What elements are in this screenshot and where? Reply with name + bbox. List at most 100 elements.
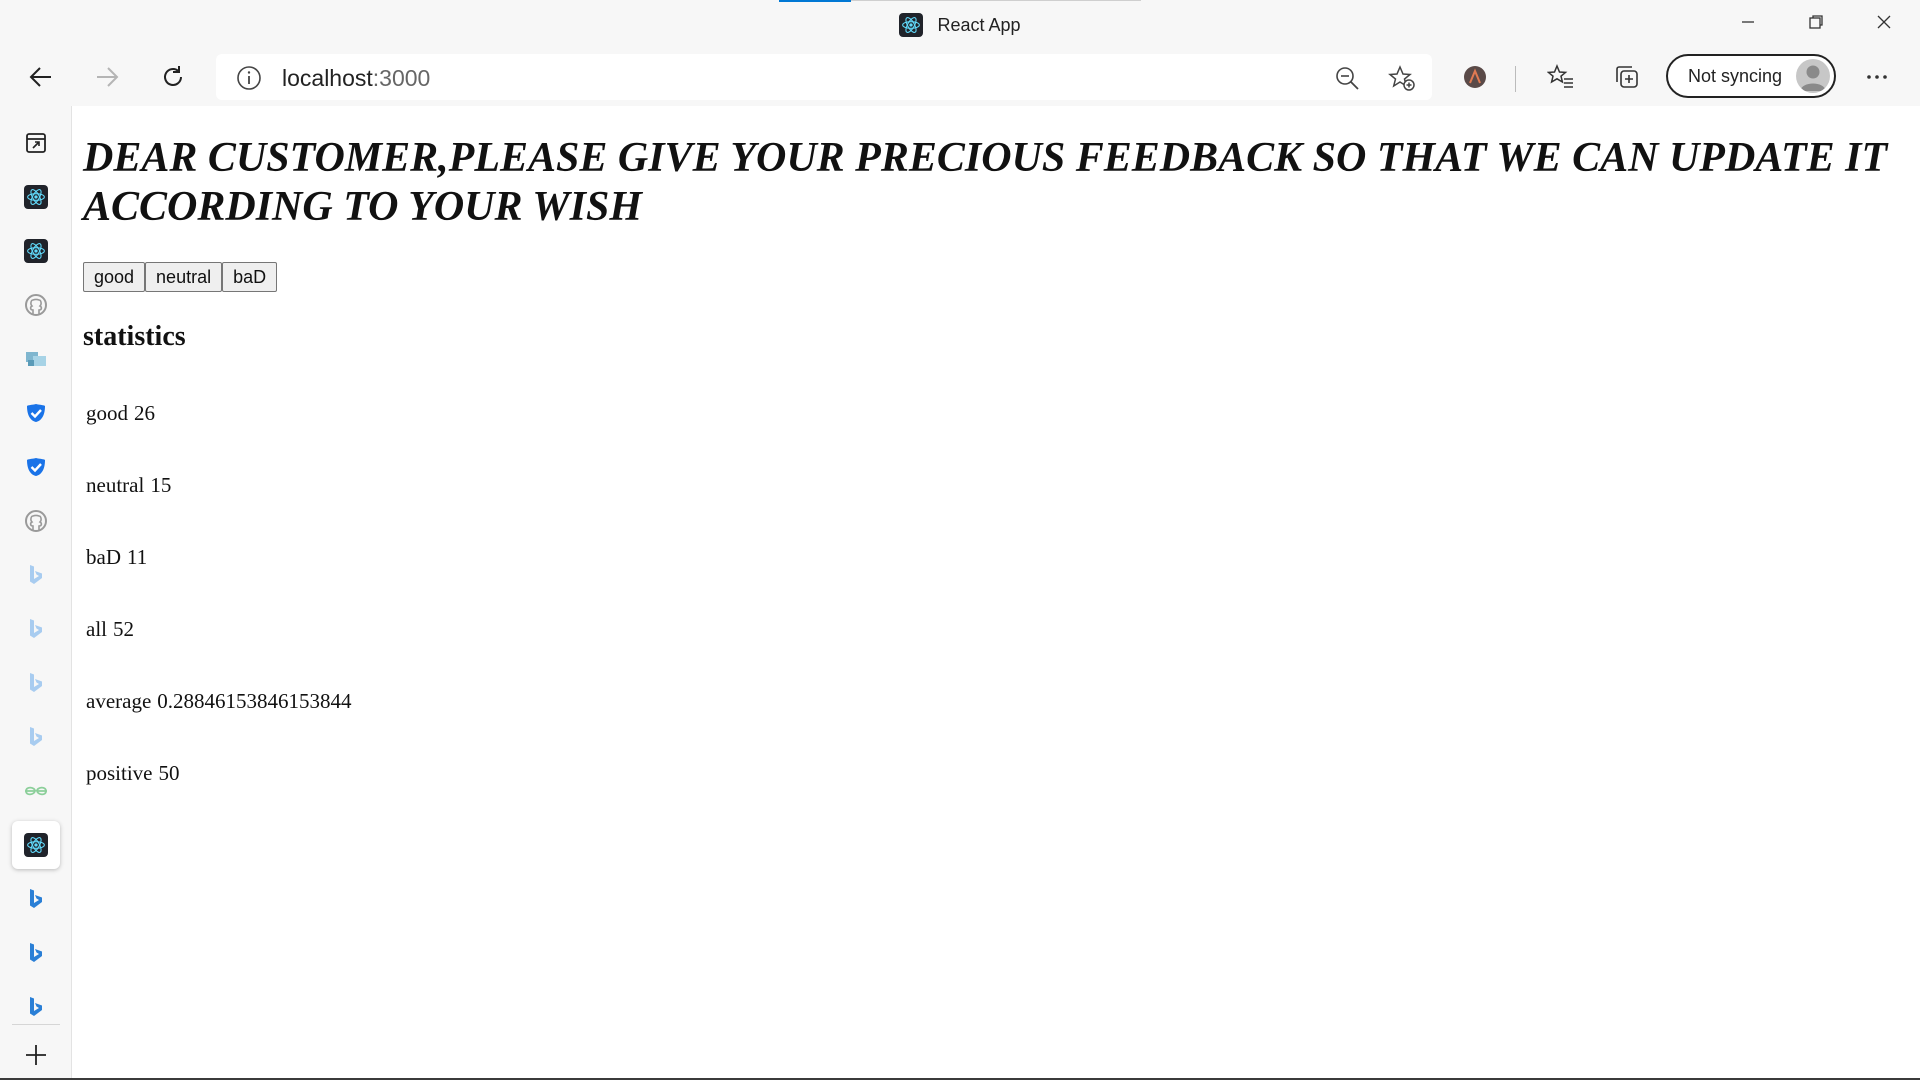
stat-label: average [86,689,152,713]
stat-neutral: neutral 15 [86,473,171,498]
zoom-out-icon[interactable] [1334,65,1360,91]
bing-icon [30,943,42,962]
more-icon [1867,75,1887,79]
bing-icon [30,997,42,1016]
favorites-button[interactable] [1540,56,1582,98]
profile-label: Not syncing [1688,65,1783,86]
stat-value: 15 [150,473,172,497]
sidebar-tab-react-active[interactable] [12,821,60,869]
stat-label: all [86,617,107,641]
active-tab-indicator [779,0,851,2]
sidebar-tab-bing-2[interactable] [12,605,60,653]
check-shield-icon [27,404,45,422]
sidebar-tab-check-2[interactable] [12,443,60,491]
extension-button[interactable] [1454,56,1496,98]
check-shield-icon [27,458,45,476]
stat-label: baD [86,545,121,569]
url-host: localhost [282,65,373,91]
statistics-heading: statistics [83,321,186,352]
stat-label: good [86,401,128,425]
add-favorite-icon[interactable] [1388,64,1416,92]
react-icon [24,185,48,209]
sidebar-tab-bing-6[interactable] [12,929,60,977]
sidebar-tab-github-1[interactable] [12,281,60,329]
vertical-tabs-sidebar [0,106,72,1080]
stat-value: 52 [113,617,134,641]
bing-icon [30,619,42,638]
refresh-button[interactable] [152,56,194,98]
page-title: DEAR CUSTOMER,PLEASE GIVE YOUR PRECIOUS … [83,135,1888,230]
profile-button[interactable]: Not syncing [1666,54,1836,98]
feedback-buttons: good neutral baD [83,262,278,292]
sidebar-divider [12,1024,60,1025]
react-icon [899,13,924,37]
settings-more-button[interactable] [1856,56,1898,98]
stat-value: 26 [134,401,155,425]
stat-label: positive [86,761,153,785]
extension-avatar-icon [1464,66,1486,88]
window-title-text: React App [937,14,1021,35]
minimize-button[interactable] [1718,6,1778,38]
title-bar: React App [0,0,1920,48]
react-icon [24,239,48,263]
collections-button[interactable] [1606,56,1648,98]
restore-icon [1809,15,1823,29]
info-icon[interactable] [236,65,262,91]
address-bar[interactable]: localhost:3000 [216,54,1432,100]
forward-button[interactable] [86,56,128,98]
browser-toolbar: localhost:3000 Not syncing [0,48,1920,106]
neutral-button[interactable]: neutral [145,262,223,292]
bing-icon [30,727,42,746]
stat-good: good 26 [86,401,155,426]
bing-icon [30,565,42,584]
minimize-icon [1742,21,1754,23]
tab-underline [851,0,1141,1]
sidebar-tab-check-1[interactable] [12,389,60,437]
bad-button[interactable]: baD [222,262,278,292]
avatar [1796,59,1830,93]
good-button[interactable]: good [83,262,146,292]
sidebar-tab-github-2[interactable] [12,497,60,545]
stat-all: all 52 [86,617,134,642]
back-arrow-icon [29,67,51,87]
image-icon [26,352,46,366]
back-button[interactable] [20,56,62,98]
github-icon [25,510,47,532]
stat-value: 0.28846153846153844 [157,689,352,713]
new-tab-button[interactable] [12,1031,60,1079]
bing-icon [30,889,42,908]
sidebar-tab-geeksforgeeks[interactable] [12,767,60,815]
restore-button[interactable] [1786,6,1846,38]
stat-label: neutral [86,473,145,497]
collections-icon [1616,66,1638,88]
url-text[interactable]: localhost:3000 [282,65,430,92]
close-icon [1877,15,1891,29]
sidebar-tab-bing-5[interactable] [12,875,60,923]
close-window-button[interactable] [1854,6,1914,38]
sidebar-tab-react-2[interactable] [12,227,60,275]
sidebar-tab-bing-3[interactable] [12,659,60,707]
stat-average: average 0.28846153846153844 [86,689,352,714]
add-icon [26,1045,46,1065]
sidebar-tab-image[interactable] [12,335,60,383]
tab-actions-button[interactable] [12,119,60,167]
sidebar-tab-react-1[interactable] [12,173,60,221]
user-icon [1800,65,1826,91]
favorites-icon [1547,64,1573,88]
tab-actions-icon [26,133,46,153]
stat-value: 50 [158,761,180,785]
geeksforgeeks-icon [25,786,47,796]
forward-arrow-icon [97,67,119,87]
sidebar-tab-bing-1[interactable] [12,551,60,599]
stat-positive: positive 50 [86,761,180,786]
url-port: :3000 [372,65,431,91]
bing-icon [30,673,42,692]
toolbar-divider [1515,66,1516,92]
sidebar-tab-bing-4[interactable] [12,713,60,761]
window-title: React App [0,13,1920,37]
refresh-icon [164,66,182,86]
react-icon [24,833,48,857]
stat-value: 11 [127,545,148,569]
page-content: DEAR CUSTOMER,PLEASE GIVE YOUR PRECIOUS … [72,106,1920,1080]
stat-bad: baD 11 [86,545,147,570]
